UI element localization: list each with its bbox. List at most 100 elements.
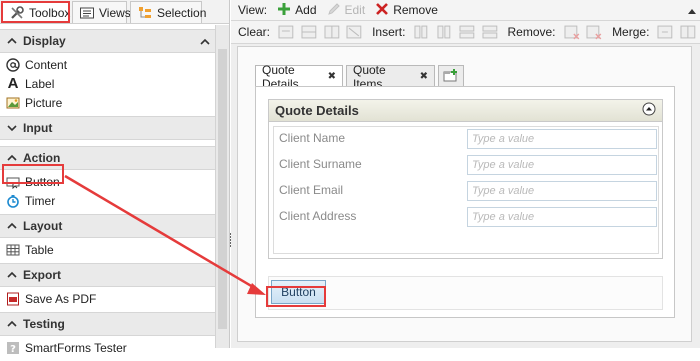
section-export-header[interactable]: Export xyxy=(0,263,215,287)
field-row-client-surname: Client Surname Type a value xyxy=(274,153,658,179)
merge-label: Merge: xyxy=(612,25,650,39)
view-toolbar: View: Add Edit Remove xyxy=(231,0,700,21)
toolbox-item-timer[interactable]: Timer xyxy=(0,191,215,210)
chevron-up-icon xyxy=(7,222,17,229)
remove-column-icon[interactable] xyxy=(564,24,581,40)
clear-row-icon[interactable] xyxy=(301,24,318,40)
toolbox-item-label: Picture xyxy=(25,95,63,110)
quote-details-header: Quote Details xyxy=(269,100,662,122)
label-a-icon: A xyxy=(7,75,19,92)
remove-row-icon[interactable] xyxy=(586,24,603,40)
left-scrollbar[interactable] xyxy=(215,25,229,348)
add-view-button[interactable]: Add xyxy=(272,2,321,19)
section-testing-title: Testing xyxy=(23,317,65,331)
table-icon xyxy=(6,243,20,257)
x-remove-icon xyxy=(375,2,389,19)
tab-views-label: Views xyxy=(99,5,131,20)
toolbox-tab-highlight xyxy=(1,1,70,23)
quote-details-table: Client Name Type a value Client Surname … xyxy=(273,126,659,254)
section-display-header[interactable]: Display xyxy=(0,29,215,53)
chevron-down-icon xyxy=(7,125,17,132)
toolbox-item-label: Save As PDF xyxy=(25,291,97,306)
client-address-label: Client Address xyxy=(279,209,357,223)
plus-icon xyxy=(277,2,291,19)
chevron-up-icon xyxy=(7,320,17,327)
quote-details-title: Quote Details xyxy=(275,103,359,118)
section-input-title: Input xyxy=(23,121,53,135)
section-input-header[interactable]: Input xyxy=(0,116,215,140)
client-address-input[interactable]: Type a value xyxy=(467,207,657,227)
clear-table-icon[interactable] xyxy=(346,24,363,40)
toolbar-expand-icon[interactable] xyxy=(688,3,696,17)
pdf-icon xyxy=(6,292,20,306)
clear-label: Clear: xyxy=(238,25,271,39)
dropped-button-highlight xyxy=(266,286,326,307)
remove-view-label: Remove xyxy=(393,3,438,17)
form-panel: Quote Details Client Name Type a value C… xyxy=(255,86,675,318)
button-drop-zone: Button xyxy=(268,276,663,310)
tab-selection[interactable]: Selection xyxy=(130,1,206,23)
add-tab-button[interactable] xyxy=(438,65,464,87)
toolbox-item-label: Content xyxy=(25,57,68,72)
toolbox-item-label: Label xyxy=(25,76,55,91)
client-email-input[interactable]: Type a value xyxy=(467,181,657,201)
pencil-icon xyxy=(327,2,341,19)
clear-cell-icon[interactable] xyxy=(278,24,295,40)
section-layout-header[interactable]: Layout xyxy=(0,214,215,238)
tab-views[interactable]: Views xyxy=(72,1,131,23)
collapse-section-icon[interactable] xyxy=(642,102,656,119)
section-layout-title: Layout xyxy=(23,219,63,233)
add-tab-icon xyxy=(443,68,459,85)
table-toolbar: Clear: Insert: Remove: Merge: xyxy=(231,21,700,44)
picture-icon xyxy=(6,96,20,110)
edit-view-button[interactable]: Edit xyxy=(322,2,371,19)
client-surname-label: Client Surname xyxy=(279,157,362,171)
add-view-label: Add xyxy=(295,3,317,17)
toolbox-item-label-control[interactable]: A Label xyxy=(0,74,215,93)
toolbox-item-picture[interactable]: Picture xyxy=(0,93,215,112)
toolbox-item-save-as-pdf[interactable]: Save As PDF xyxy=(0,289,215,308)
toolbox-item-content[interactable]: Content xyxy=(0,55,215,74)
left-scrollbar-thumb[interactable] xyxy=(218,49,227,329)
field-row-client-email: Client Email Type a value xyxy=(274,179,658,205)
toolbox-item-label: Table xyxy=(25,242,54,257)
merge-cells-icon[interactable] xyxy=(657,24,674,40)
chevron-up-icon xyxy=(7,37,17,44)
field-row-client-address: Client Address Type a value xyxy=(274,205,658,231)
split-cells-icon[interactable] xyxy=(680,24,697,40)
quote-details-section: Quote Details Client Name Type a value C… xyxy=(268,99,663,259)
button-item-highlight xyxy=(2,164,64,184)
tab-quote-items[interactable]: Quote Items ✖ xyxy=(346,63,435,91)
tab-selection-label: Selection xyxy=(157,5,207,20)
client-email-label: Client Email xyxy=(279,183,344,197)
section-testing-header[interactable]: Testing xyxy=(0,312,215,336)
close-icon[interactable]: ✖ xyxy=(328,71,336,82)
field-row-client-name: Client Name Type a value xyxy=(274,127,658,153)
remove-view-button[interactable]: Remove xyxy=(370,2,443,19)
edit-view-label: Edit xyxy=(344,3,366,17)
clear-column-icon[interactable] xyxy=(324,24,341,40)
chevron-up-icon xyxy=(7,154,17,161)
client-surname-input[interactable]: Type a value xyxy=(467,155,657,175)
insert-label: Insert: xyxy=(372,25,406,39)
insert-row-below-icon[interactable] xyxy=(482,24,499,40)
insert-column-right-icon[interactable] xyxy=(436,24,453,40)
svg-text:?: ? xyxy=(10,344,16,355)
at-sign-icon xyxy=(6,57,20,72)
client-name-input[interactable]: Type a value xyxy=(467,129,657,149)
close-icon[interactable]: ✖ xyxy=(420,71,428,82)
views-icon xyxy=(79,5,95,21)
tab-quote-details[interactable]: Quote Details ✖ xyxy=(255,63,343,91)
timer-icon xyxy=(6,194,20,208)
view-toolbar-label: View: xyxy=(238,3,268,17)
toolbox-item-table[interactable]: Table xyxy=(0,240,215,259)
chevron-up-icon xyxy=(7,271,17,278)
section-export-title: Export xyxy=(23,268,62,282)
section-action-title: Action xyxy=(23,151,61,165)
collapse-all-icon[interactable] xyxy=(199,36,211,48)
insert-row-above-icon[interactable] xyxy=(459,24,476,40)
selection-icon xyxy=(137,5,153,21)
remove-table-label: Remove: xyxy=(507,25,556,39)
section-display-title: Display xyxy=(23,34,66,48)
insert-column-left-icon[interactable] xyxy=(413,24,430,40)
